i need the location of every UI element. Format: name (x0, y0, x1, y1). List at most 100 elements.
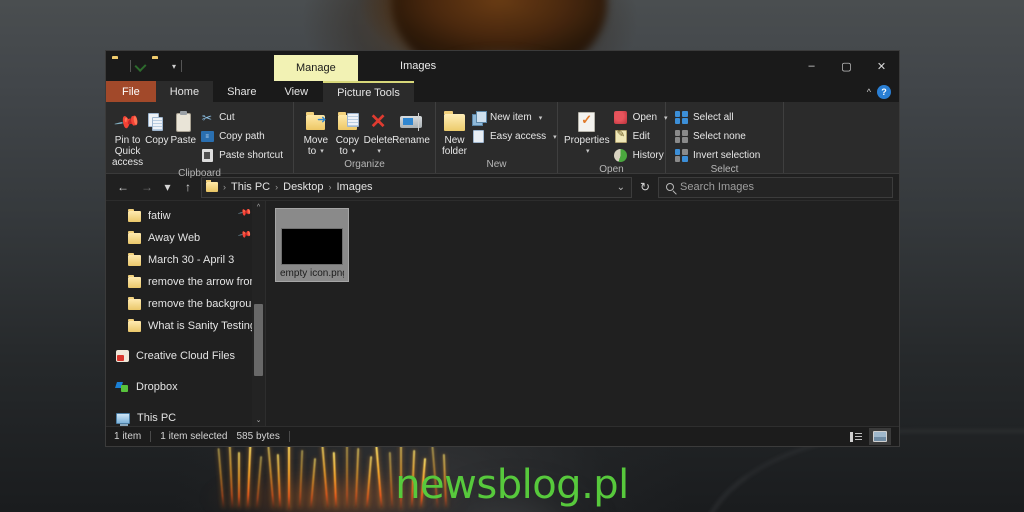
help-icon[interactable]: ? (877, 84, 891, 99)
nav-label: This PC (137, 412, 177, 424)
properties-button[interactable]: Properties ▾ (564, 106, 610, 157)
chevron-down-icon[interactable]: ▾ (170, 62, 178, 71)
scissors-icon: ✂ (202, 110, 213, 125)
nav-item-creative-cloud-files[interactable]: Creative Cloud Files (106, 345, 265, 367)
new-small-buttons: New item ▾ Easy access ▾ (469, 106, 561, 145)
scroll-up-arrow-icon[interactable]: ^ (252, 201, 265, 214)
open-button[interactable]: Open ▾ (612, 109, 672, 126)
invert-selection-button[interactable]: Invert selection (672, 147, 764, 164)
history-icon (614, 149, 628, 163)
nav-item-away-web[interactable]: Away Web 📌 (106, 227, 265, 249)
properties-icon (578, 109, 596, 135)
ribbon: 📌 Pin to Quick access Copy Paste ✂ Cut ≡… (106, 102, 899, 179)
new-folder-label-2: folder (442, 146, 468, 157)
copy-button[interactable]: Copy (145, 106, 168, 146)
select-all-button[interactable]: Select all (672, 109, 764, 126)
nav-item-what-is-sanity-testing[interactable]: What is Sanity Testing and (106, 315, 265, 337)
invert-selection-label: Invert selection (693, 150, 761, 161)
folder-icon (128, 318, 141, 332)
nav-item-fatiw[interactable]: fatiw 📌 (106, 205, 265, 227)
search-box[interactable]: Search Images (658, 176, 893, 198)
breadcrumb-images[interactable]: Images (336, 181, 372, 193)
ribbon-group-open: Properties ▾ Open ▾ Edit Histo (558, 102, 668, 175)
select-none-button[interactable]: Select none (672, 128, 764, 145)
nav-item-dropbox[interactable]: Dropbox (106, 376, 265, 398)
paste-button[interactable]: Paste (171, 106, 196, 146)
ribbon-group-new: New folder New item ▾ Easy access ▾ New (436, 102, 558, 173)
history-button[interactable]: History (612, 147, 672, 164)
tab-view[interactable]: View (270, 81, 322, 102)
delete-label: Delete (363, 135, 393, 146)
copy-to-button[interactable]: Copy to ▾ (332, 106, 364, 157)
easy-access-button[interactable]: Easy access ▾ (469, 128, 561, 145)
breadcrumb-separator-1: › (275, 182, 279, 192)
new-item-label: New item (490, 112, 532, 123)
nav-label: Dropbox (136, 381, 178, 393)
close-button[interactable]: ✕ (864, 51, 899, 81)
edit-label: Edit (632, 131, 650, 142)
delete-button[interactable]: ✕ Delete ▾ (363, 106, 393, 157)
nav-item-remove-the-background[interactable]: remove the background fr (106, 293, 265, 315)
scrollbar-thumb[interactable] (254, 303, 263, 376)
breadcrumb-desktop[interactable]: Desktop (283, 181, 323, 193)
new-folder-button[interactable]: New folder (442, 106, 467, 157)
tab-share[interactable]: Share (213, 81, 270, 102)
copy-icon (148, 109, 165, 135)
new-item-button[interactable]: New item ▾ (469, 109, 561, 126)
nav-item-march-30-april-3[interactable]: March 30 - April 3 (106, 249, 265, 271)
tab-picture-tools[interactable]: Picture Tools (323, 81, 414, 102)
chevron-down-icon: ▾ (320, 148, 324, 155)
chevron-down-icon: ▾ (586, 148, 590, 155)
copy-path-button[interactable]: ≡ Copy path (198, 128, 287, 145)
quick-access-toolbar: ▾ (106, 51, 183, 81)
nav-label: Creative Cloud Files (136, 350, 236, 362)
pin-to-quick-access-button[interactable]: 📌 Pin to Quick access (112, 106, 143, 168)
file-tile[interactable]: empty icon.png (275, 208, 349, 282)
breadcrumb-separator-2: › (328, 182, 332, 192)
tab-file[interactable]: File (106, 81, 156, 102)
maximize-button[interactable]: ▢ (829, 51, 864, 81)
copy-path-label: Copy path (219, 131, 265, 142)
new-folder-qat-icon[interactable] (152, 59, 167, 74)
move-to-label-2: to (307, 146, 317, 157)
new-item-icon (471, 110, 487, 126)
cut-button[interactable]: ✂ Cut (198, 109, 287, 126)
file-thumbnail (280, 213, 344, 265)
manage-tab-header[interactable]: Manage (274, 55, 358, 81)
large-icons-view-button[interactable] (869, 428, 891, 445)
dropbox-icon (116, 381, 129, 393)
breadcrumb-folder-icon (206, 180, 218, 192)
move-to-button[interactable]: Move to▾ (300, 106, 332, 157)
rename-button[interactable]: Rename (392, 106, 430, 146)
nav-item-remove-the-arrow[interactable]: remove the arrow from de (106, 271, 265, 293)
file-list-view[interactable]: empty icon.png (266, 201, 899, 426)
details-view-button[interactable] (845, 428, 867, 445)
ribbon-group-clipboard: 📌 Pin to Quick access Copy Paste ✂ Cut ≡… (106, 102, 294, 179)
contextual-tab-header: Manage (274, 51, 358, 81)
address-dropdown-icon[interactable]: ⌄ (617, 182, 625, 193)
group-label-new: New (486, 159, 507, 170)
watermark: newsblog.pl (395, 462, 629, 508)
edit-button[interactable]: Edit (612, 128, 672, 145)
chevron-up-icon[interactable]: ^ (867, 87, 871, 97)
copy-label: Copy (145, 135, 169, 146)
pin-label-2: access (112, 157, 144, 168)
invert-selection-icon (674, 149, 688, 163)
refresh-button[interactable]: ↻ (634, 176, 656, 198)
explorer-body: fatiw 📌 Away Web 📌 March 30 - April 3 re… (106, 201, 899, 426)
tab-home[interactable]: Home (155, 81, 214, 102)
nav-label: Away Web (148, 232, 201, 244)
nav-item-this-pc[interactable]: This PC (106, 407, 265, 426)
group-label-clipboard: Clipboard (178, 168, 221, 179)
scroll-down-arrow-icon[interactable]: ⌄ (252, 413, 265, 426)
breadcrumb-this-pc[interactable]: This PC (231, 181, 270, 193)
quick-access-folder-icon[interactable] (112, 59, 127, 74)
document-check-icon[interactable] (134, 59, 149, 74)
scrollbar-track[interactable] (252, 214, 265, 413)
ribbon-group-organize: Move to▾ Copy to▾ ✕ Delete ▾ Rename (294, 102, 436, 173)
minimize-button[interactable]: – (794, 51, 829, 81)
navigation-pane-scrollbar[interactable]: ^ ⌄ (252, 201, 265, 426)
paste-shortcut-button[interactable]: Paste shortcut (198, 147, 287, 164)
folder-icon (128, 252, 141, 266)
ribbon-tab-strip: File Home Share View Picture Tools ^ ? (106, 81, 899, 102)
